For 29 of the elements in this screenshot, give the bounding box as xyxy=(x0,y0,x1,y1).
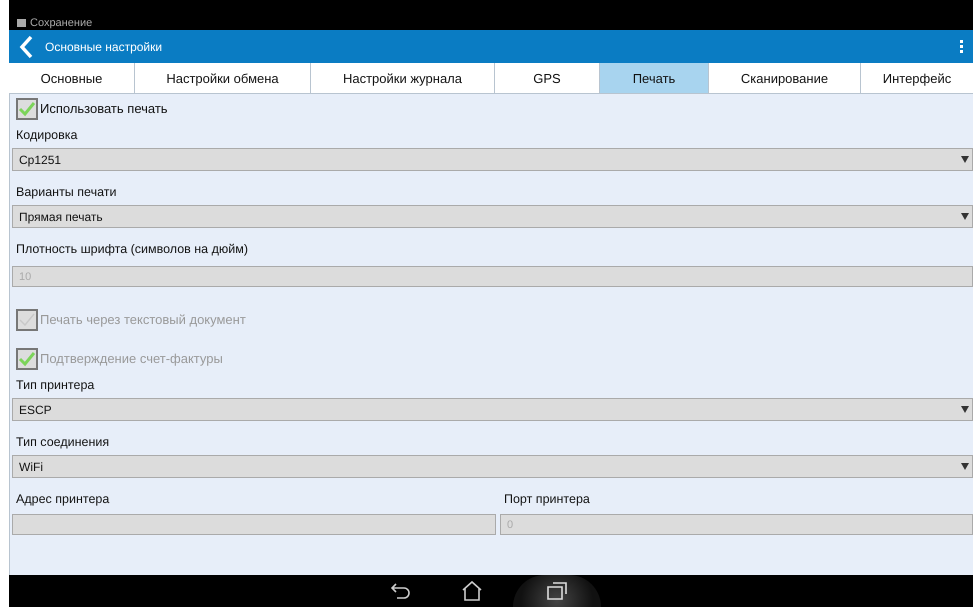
back-button[interactable] xyxy=(19,34,35,60)
field-label: Тип принтера xyxy=(15,377,96,394)
checkbox[interactable] xyxy=(16,98,38,120)
screen-title: Основные настройки xyxy=(45,40,164,54)
dropdown-arrow-icon xyxy=(961,156,969,163)
field-label: Варианты печати xyxy=(15,184,118,201)
checkbox-label: Печать через текстовый документ xyxy=(40,312,246,327)
notification-text: Сохранение xyxy=(30,17,92,29)
home-icon[interactable] xyxy=(461,580,483,602)
checkbox-label: Подтверждение счет-фактуры xyxy=(40,351,223,366)
notification-icon xyxy=(17,19,26,27)
field-label: Адрес принтера xyxy=(15,491,110,508)
overflow-menu-icon[interactable] xyxy=(960,40,963,54)
dropdown-arrow-icon xyxy=(961,463,969,470)
dropdown-arrow-icon xyxy=(961,406,969,413)
checkbox[interactable] xyxy=(16,348,38,370)
dropdown-arrow-icon xyxy=(961,213,969,220)
field-label: Порт принтера xyxy=(503,491,591,508)
field-label: Плотность шрифта (символов на дюйм) xyxy=(15,241,250,258)
dropdown[interactable]: WiFi xyxy=(12,455,973,478)
dropdown[interactable]: Cp1251 xyxy=(12,148,973,171)
recent-apps-icon[interactable] xyxy=(547,582,567,600)
back-icon[interactable] xyxy=(391,582,411,600)
dropdown[interactable]: ESCP xyxy=(12,398,973,421)
tab[interactable]: Печать xyxy=(600,63,709,93)
dropdown[interactable]: Прямая печать xyxy=(12,205,973,228)
field-label: Тип соединения xyxy=(15,434,110,451)
checkbox-label: Использовать печать xyxy=(40,101,168,116)
field-label: Кодировка xyxy=(15,127,78,144)
